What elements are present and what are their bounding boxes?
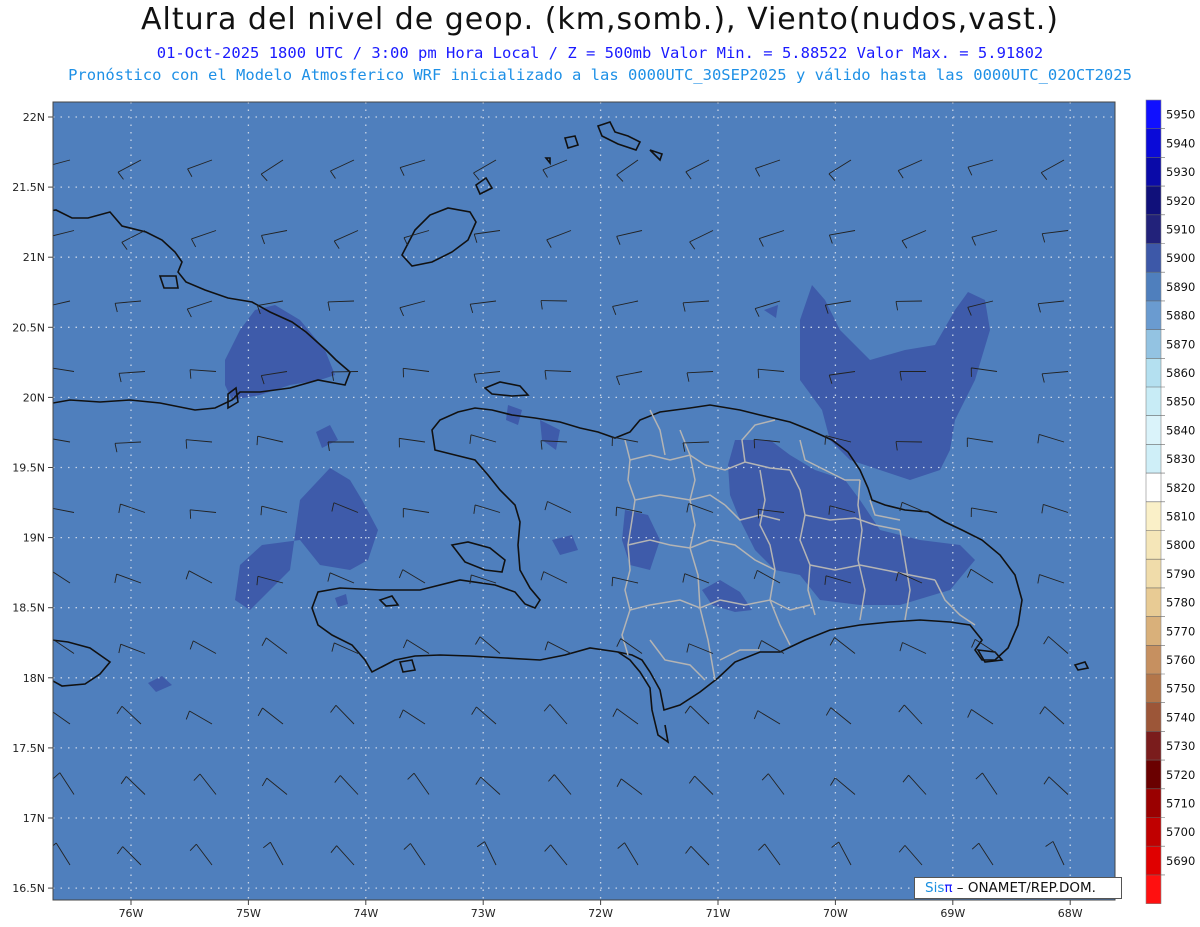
colorbar-swatch — [1146, 358, 1161, 388]
credit-sis: Sis — [925, 880, 945, 896]
colorbar-label: 5910 — [1166, 223, 1195, 237]
colorbar-label: 5870 — [1166, 337, 1195, 351]
lat-label: 20.5N — [12, 321, 45, 334]
colorbar-swatch — [1146, 559, 1161, 589]
wind-barb-flag — [49, 237, 53, 245]
lon-label: 75W — [236, 907, 261, 920]
colorbar-swatch — [1146, 100, 1161, 130]
geopotential-field — [53, 102, 1115, 900]
colorbar-label: 5840 — [1166, 423, 1195, 437]
colorbar-swatch — [1146, 702, 1161, 732]
colorbar-swatch — [1146, 760, 1161, 790]
colorbar-swatch — [1146, 846, 1161, 876]
colorbar-label: 5770 — [1166, 624, 1195, 638]
colorbar-label: 5760 — [1166, 653, 1195, 667]
colorbar-swatch — [1146, 587, 1161, 617]
lon-label: 76W — [119, 907, 144, 920]
colorbar-label: 5780 — [1166, 596, 1195, 610]
colorbar-swatch — [1146, 186, 1161, 216]
colorbar-swatch — [1146, 616, 1161, 646]
colorbar-label: 5800 — [1166, 538, 1195, 552]
lon-label: 68W — [1058, 907, 1083, 920]
colorbar-label: 5810 — [1166, 510, 1195, 524]
colorbar-swatch — [1146, 501, 1161, 531]
lat-label: 18N — [23, 672, 45, 685]
colorbar-swatch — [1146, 128, 1161, 158]
colorbar-swatch — [1146, 788, 1161, 818]
lat-label: 21N — [23, 251, 45, 264]
lat-label: 22N — [23, 111, 45, 124]
colorbar-label: 5740 — [1166, 710, 1195, 724]
lat-label: 19N — [23, 532, 45, 545]
colorbar-label: 5940 — [1166, 136, 1195, 150]
colorbar-swatch — [1146, 300, 1161, 330]
longitude-labels: 76W 75W 74W 73W 72W 71W 70W 69W 68W — [119, 900, 1083, 920]
colorbar-label: 5900 — [1166, 251, 1195, 265]
colorbar-label: 5730 — [1166, 739, 1195, 753]
wind-barb-flag — [45, 569, 49, 577]
colorbar-swatch — [1146, 473, 1161, 503]
colorbar-label: 5830 — [1166, 452, 1195, 466]
wind-barb-flag — [185, 439, 188, 449]
credit-org: – ONAMET/REP.DOM. — [952, 880, 1096, 896]
colorbar-swatch — [1146, 272, 1161, 302]
colorbar-swatch — [1146, 387, 1161, 417]
colorbar-label: 5710 — [1166, 797, 1195, 811]
colorbar-label: 5950 — [1166, 108, 1195, 122]
colorbar-swatch — [1146, 444, 1161, 474]
colorbar-swatch — [1146, 674, 1161, 704]
colorbar-swatch — [1146, 645, 1161, 675]
wind-barb-flag — [45, 307, 48, 315]
credit-pi: π — [944, 880, 953, 896]
colorbar-label: 5920 — [1166, 194, 1195, 208]
colorbar-swatch — [1146, 731, 1161, 761]
forecast-map: 22N 21.5N 21N 20.5N 20N 19.5N 19N 18.5N 18N 17.5N… — [12, 99, 1195, 920]
wind-barb-flag — [757, 369, 760, 379]
lat-label: 17N — [23, 812, 45, 825]
colorbar-label: 5820 — [1166, 481, 1195, 495]
lat-label: 21.5N — [12, 181, 45, 194]
lon-label: 73W — [471, 907, 496, 920]
colorbar-label: 5930 — [1166, 165, 1195, 179]
colorbar-label: 5790 — [1166, 567, 1195, 581]
colorbar-label: 5690 — [1166, 854, 1195, 868]
colorbar-label: 5850 — [1166, 395, 1195, 409]
colorbar-swatch — [1146, 874, 1161, 904]
colorbar-swatch — [1146, 530, 1161, 560]
colorbar-swatch — [1146, 329, 1161, 359]
colorbar-label: 5720 — [1166, 768, 1195, 782]
lon-label: 74W — [353, 907, 378, 920]
lon-label: 69W — [940, 907, 965, 920]
lat-label: 18.5N — [12, 602, 45, 615]
colorbar-label: 5890 — [1166, 280, 1195, 294]
wind-barb-flag — [45, 167, 49, 175]
colorbar-swatch — [1146, 157, 1161, 187]
lon-label: 70W — [823, 907, 848, 920]
colorbar-label: 5700 — [1166, 825, 1195, 839]
colorbar-label: 5750 — [1166, 682, 1195, 696]
wind-barb-flag — [611, 577, 614, 587]
wind-barb-flag — [256, 436, 259, 446]
colorbar-swatch — [1146, 817, 1161, 847]
credit-box: Sisπ – ONAMET/REP.DOM. — [914, 877, 1122, 899]
colorbar-swatch — [1146, 214, 1161, 244]
wind-barb-flag — [45, 709, 49, 717]
lon-label: 71W — [706, 907, 731, 920]
colorbar-swatch — [1146, 415, 1161, 445]
colorbar-label: 5860 — [1166, 366, 1195, 380]
colorbar-label: 5880 — [1166, 309, 1195, 323]
lat-label: 17.5N — [12, 742, 45, 755]
latitude-labels: 22N 21.5N 21N 20.5N 20N 19.5N 19N 18.5N 18N 17.5N… — [12, 111, 53, 895]
lat-label: 16.5N — [12, 882, 45, 895]
lon-label: 72W — [588, 907, 613, 920]
wind-barb-flag — [49, 639, 53, 647]
colorbar: 5950 5940 5930 5920 5910 5900 5890 5880 5870 5860… — [1145, 99, 1195, 904]
colorbar-swatch — [1146, 243, 1161, 273]
lat-label: 19.5N — [12, 462, 45, 475]
lat-label: 20N — [23, 391, 45, 404]
